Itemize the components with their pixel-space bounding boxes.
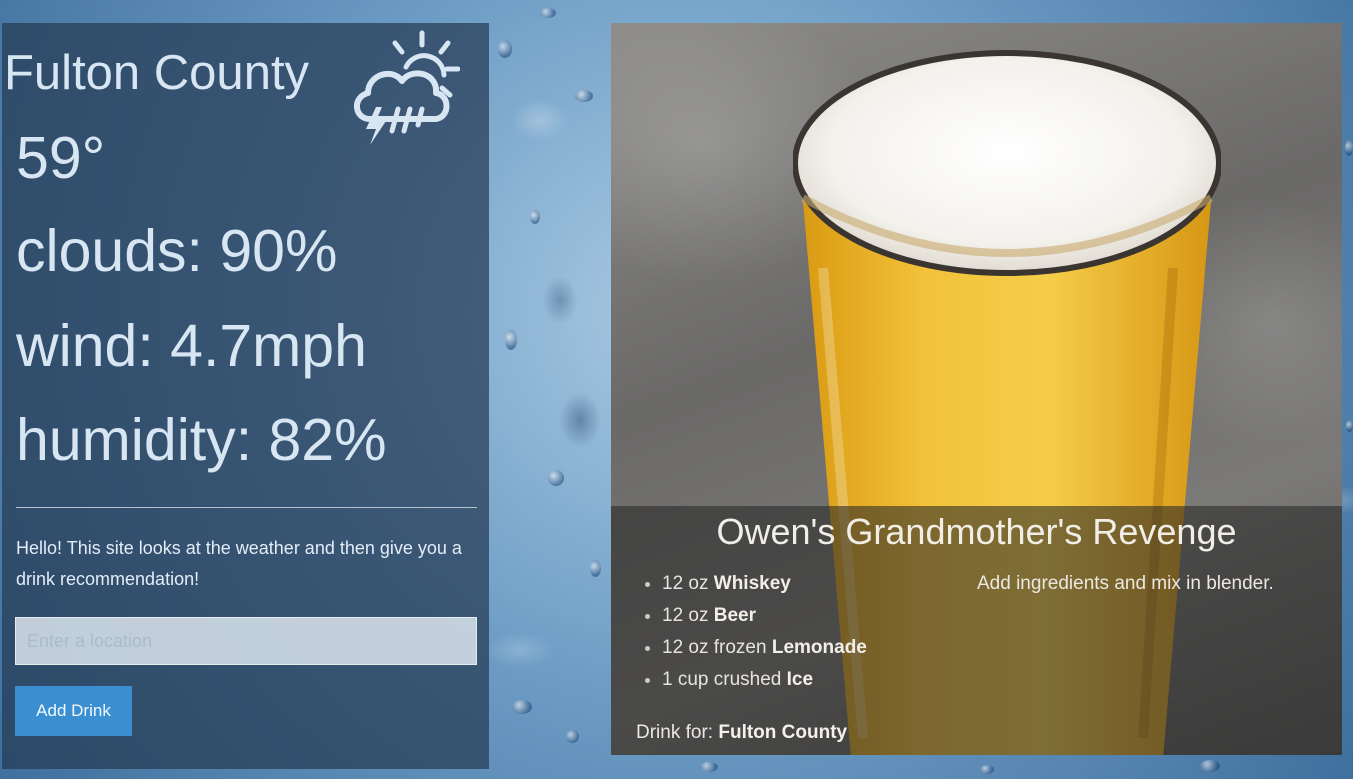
drink-for-line: Drink for: Fulton County <box>636 721 847 745</box>
clouds-value: clouds: 90% <box>16 218 338 284</box>
drink-instructions: Add ingredients and mix in blender. <box>977 573 1274 594</box>
ingredient-name: Whiskey <box>713 573 791 594</box>
weather-panel: Fulton County 59° clouds: 90% wind: 4.7m… <box>2 23 489 769</box>
drink-card: Owen's Grandmother's Revenge 12 oz Whisk… <box>611 23 1342 755</box>
list-item: 12 oz frozen Lemonade <box>662 632 867 664</box>
ingredients-list: 12 oz Whiskey 12 oz Beer 12 oz frozen Le… <box>643 568 867 696</box>
city-name: Fulton County <box>4 46 310 100</box>
location-input[interactable] <box>15 617 477 665</box>
drink-name: Owen's Grandmother's Revenge <box>716 511 1237 552</box>
ingredient-amount: 12 oz frozen <box>662 637 767 658</box>
drink-for-location: Fulton County <box>718 722 848 743</box>
ingredient-amount: 12 oz <box>662 573 709 594</box>
drink-for-label: Drink for: <box>636 722 714 743</box>
list-item: 1 cup crushed Ice <box>662 664 867 696</box>
add-drink-button[interactable]: Add Drink <box>15 686 132 736</box>
wind-value: wind: 4.7mph <box>16 313 367 379</box>
intro-text: Hello! This site looks at the weather an… <box>16 538 462 589</box>
drink-info-overlay: Owen's Grandmother's Revenge 12 oz Whisk… <box>611 506 1342 755</box>
list-item: 12 oz Beer <box>662 600 867 632</box>
thunderstorm-partly-sunny-icon <box>354 30 460 145</box>
temperature-value: 59° <box>16 125 106 191</box>
ingredient-name: Lemonade <box>771 637 867 658</box>
divider <box>16 507 477 508</box>
humidity-value: humidity: 82% <box>16 407 387 473</box>
ingredient-name: Beer <box>713 605 757 626</box>
ingredient-name: Ice <box>786 669 814 690</box>
ingredient-amount: 12 oz <box>662 605 709 626</box>
ingredient-amount: 1 cup crushed <box>662 669 782 690</box>
list-item: 12 oz Whiskey <box>662 568 867 600</box>
